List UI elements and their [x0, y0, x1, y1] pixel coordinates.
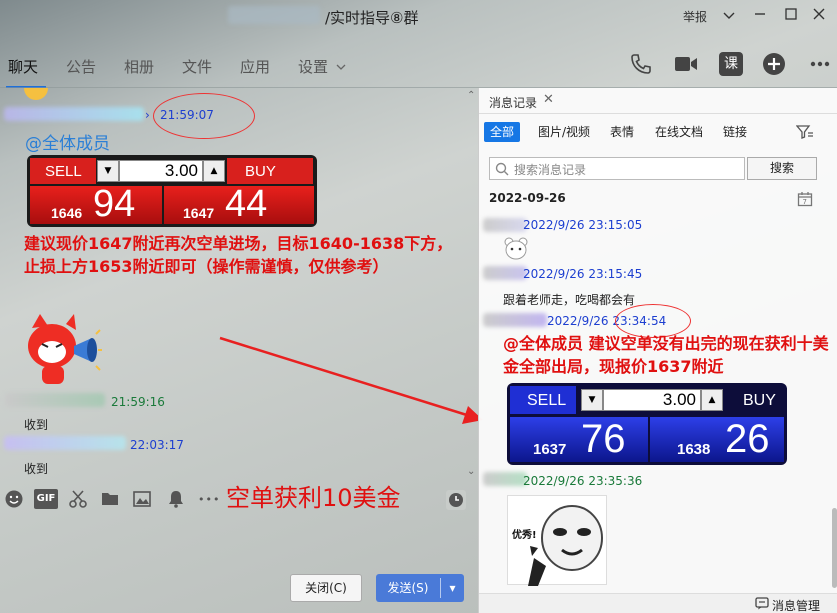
sell-label: SELL — [527, 392, 567, 409]
history-close-icon[interactable]: ✕ — [543, 92, 554, 107]
history-tab-divider — [479, 113, 837, 114]
history-timestamp: 2022/9/26 23:35:36 — [523, 474, 643, 488]
sell-price-bg — [510, 417, 648, 462]
gif-icon[interactable]: GIF — [34, 489, 58, 509]
filter-settings-icon[interactable] — [795, 124, 814, 143]
history-message-text: 跟着老师走，吃喝都会有 — [503, 293, 636, 307]
filter-online-docs[interactable]: 在线文档 — [649, 122, 709, 142]
folder-icon[interactable] — [100, 489, 122, 511]
filter-links[interactable]: 链接 — [717, 122, 753, 142]
history-clock-icon[interactable] — [445, 489, 467, 511]
calendar-icon[interactable]: 7 — [797, 191, 813, 210]
buy-price-big: 26 — [725, 417, 770, 461]
history-timestamp: 2022/9/26 23:15:45 — [523, 267, 643, 281]
history-tab-title[interactable]: 消息记录 — [489, 94, 537, 111]
svg-text:7: 7 — [803, 198, 807, 206]
close-button[interactable]: 关闭(C) — [290, 574, 362, 602]
bell-icon[interactable] — [166, 489, 188, 511]
sender-name-blur — [483, 313, 547, 327]
spin-up-button: ▲ — [701, 389, 723, 411]
search-placeholder: 搜索消息记录 — [514, 163, 587, 177]
send-button[interactable]: 发送(S) — [376, 574, 440, 602]
sender-name-blur — [483, 266, 527, 280]
sender-name-blur — [483, 218, 527, 232]
message-manager-icon[interactable] — [755, 597, 769, 613]
bear-sticker-image — [503, 236, 529, 260]
image-icon[interactable] — [132, 489, 154, 511]
message-history-panel: 消息记录 ✕ 全部 图片/视频 表情 在线文档 链接 搜索消息记录 搜索 202… — [478, 88, 837, 613]
more-dots-icon[interactable]: ••• — [198, 493, 220, 515]
sell-price-small: 1637 — [533, 441, 567, 458]
sticker-caption: 优秀! — [512, 530, 537, 541]
history-message-text: @全体成员 建议空单没有出完的现在获利十美金全部出局，现报价1637附近 — [503, 334, 829, 376]
history-timestamp: 2022/9/26 23:15:05 — [523, 218, 643, 232]
send-button-group: 发送(S) ▾ — [376, 574, 464, 602]
trading-ticket-image: SELL ▼ 3.00 ▲ BUY 1637 76 1638 26 — [507, 383, 787, 465]
spin-down-button: ▼ — [581, 389, 603, 411]
send-options-dropdown[interactable]: ▾ — [441, 574, 464, 602]
history-scrollbar[interactable] — [832, 508, 837, 588]
sender-name-blur — [483, 472, 527, 486]
filter-stickers[interactable]: 表情 — [604, 122, 640, 142]
emoji-icon[interactable] — [4, 489, 26, 511]
profit-overlay-text: 空单获利10美金 — [226, 484, 401, 512]
filter-images-videos[interactable]: 图片/视频 — [532, 122, 596, 142]
filter-all[interactable]: 全部 — [484, 122, 521, 142]
buy-label: BUY — [743, 392, 776, 409]
sell-price-big: 76 — [581, 417, 626, 461]
history-footer: 消息管理 — [479, 593, 837, 613]
history-date-heading: 2022-09-26 — [489, 191, 566, 205]
scissors-icon[interactable] — [68, 489, 90, 511]
expand-icon[interactable]: ⌄ — [467, 466, 475, 477]
search-icon — [495, 162, 509, 176]
quantity-field: 3.00 — [603, 389, 701, 411]
panda-meme-sticker-image: 优秀! — [507, 495, 607, 586]
history-search-input[interactable]: 搜索消息记录 — [489, 157, 745, 180]
history-search-button[interactable]: 搜索 — [747, 157, 817, 180]
buy-price-small: 1638 — [677, 441, 711, 458]
message-manager-button[interactable]: 消息管理 — [772, 597, 820, 613]
